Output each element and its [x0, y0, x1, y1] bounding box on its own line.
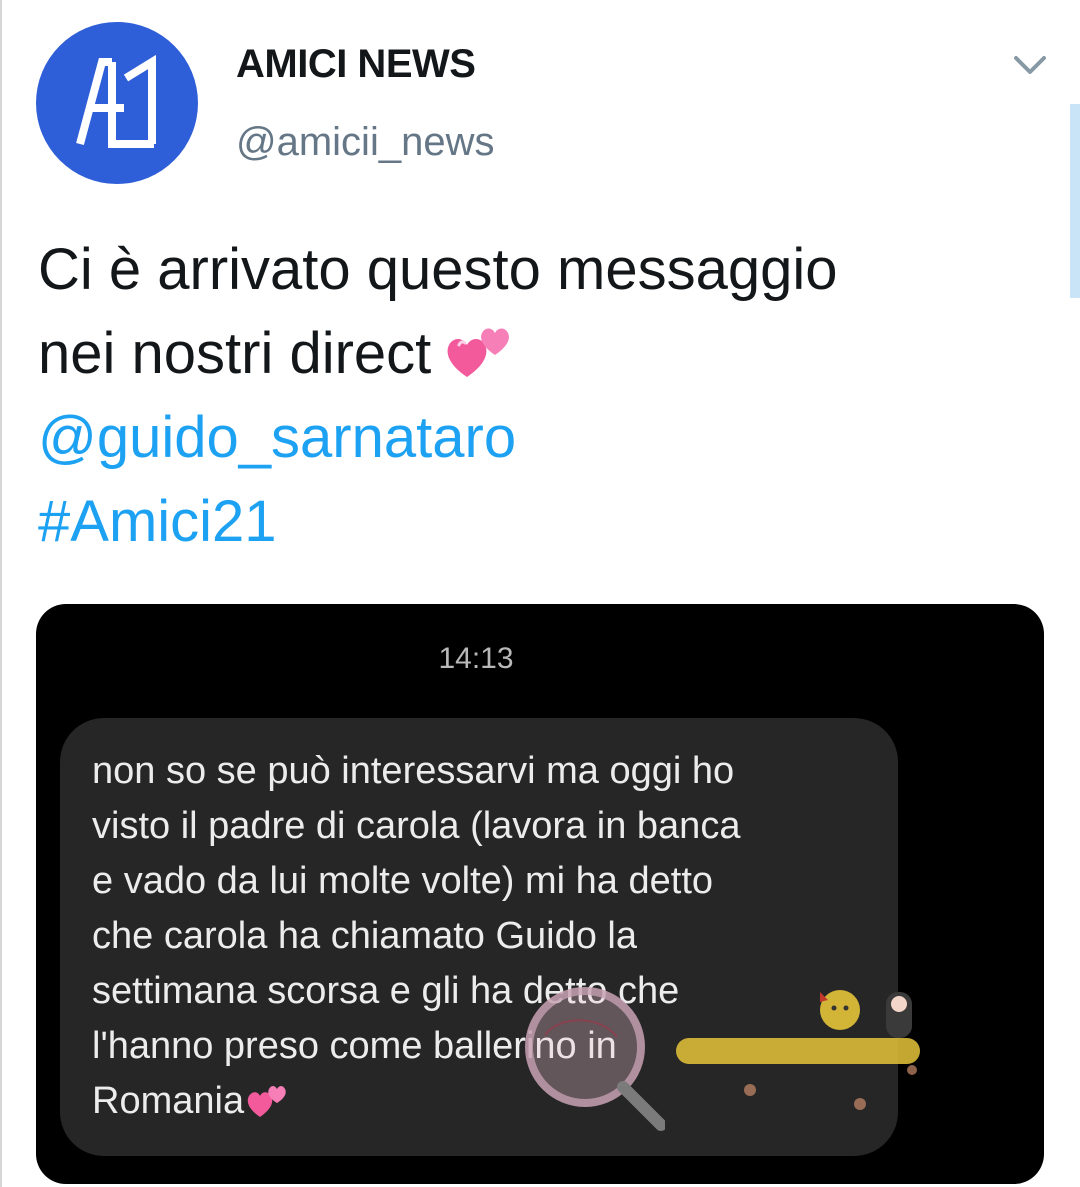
magnifier-watermark-icon [525, 987, 665, 1131]
scroll-indicator[interactable] [1070, 104, 1080, 298]
chevron-down-icon[interactable] [1010, 50, 1050, 80]
tweet-text-line: Ci è arrivato questo messaggio [38, 237, 838, 302]
message-line: che carola ha chiamato Guido la [92, 915, 637, 957]
tweet-text-fragment: nei nostri direct [38, 321, 432, 386]
author-handle[interactable]: @amicii_news [236, 120, 494, 165]
author-display-name[interactable]: AMICI NEWS [236, 42, 476, 87]
tweet-text-line: nei nostri direct [38, 312, 1038, 396]
two-hearts-icon [447, 328, 510, 377]
mention-link[interactable]: @guido_sarnataro [38, 396, 1038, 480]
le-talpe-del-web-watermark [676, 990, 920, 1110]
author-avatar[interactable] [36, 22, 198, 184]
message-line-fragment: Romania [92, 1080, 245, 1122]
two-hearts-icon [247, 1086, 286, 1117]
left-border [0, 0, 2, 1187]
message-line: non so se può interessarvi ma oggi ho [92, 750, 735, 792]
message-line: visto il padre di carola (lavora in banc… [92, 805, 741, 847]
hashtag-link[interactable]: #Amici21 [38, 480, 1038, 564]
tweet-screen: AMICI NEWS @amicii_news Ci è arrivato qu… [0, 0, 1080, 1187]
tweet-text: Ci è arrivato questo messaggio nei nostr… [38, 228, 1038, 564]
message-timestamp: 14:13 [438, 642, 514, 675]
message-line: e vado da lui molte volte) mi ha detto [92, 860, 714, 902]
amici-logo-icon [76, 54, 156, 148]
